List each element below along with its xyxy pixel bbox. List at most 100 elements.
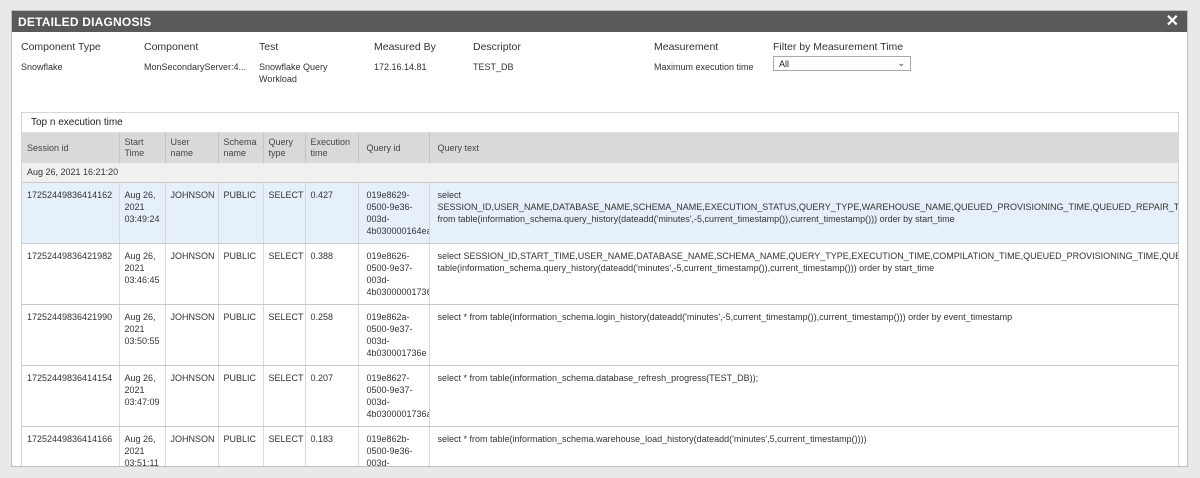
start-time-line: Aug 26, [124,190,156,200]
schema-name-cell: PUBLIC [218,243,264,305]
start-time-line: 2021 [124,324,145,334]
user-name-cell: JOHNSON [165,365,219,427]
start-time-line: 2021 [124,385,145,395]
table-body: Aug 26, 2021 16:21:20 17252449836414162 Au… [22,163,1179,467]
query-text-line: select * from table(information_schema.d… [437,373,759,383]
session-id-cell: 17252449836414166 [22,426,120,466]
query-type-cell: SELECT [263,182,306,244]
schema-name-cell: PUBLIC [218,426,264,466]
query-id-line: 019e862a- [366,312,410,322]
info-header: Filter by Measurement Time [773,41,904,53]
info-filter: Filter by Measurement Time All ⌄ [773,41,911,71]
start-time-cell: Aug 26, 2021 03:47:09 [119,365,166,427]
info-test: Test Snowflake Query Workload [259,41,349,85]
column-header[interactable]: Schema name [218,133,264,163]
execution-time-cell: 0.388 [305,243,359,305]
filter-selected-value: All [779,58,790,69]
query-id-line: 019e8627- [366,373,410,383]
query-id-line: 0500-9e37- [366,324,413,334]
execution-time-cell: 0.427 [305,182,359,244]
query-text-line: SESSION_ID,USER_NAME,DATABASE_NAME,SCHEM… [437,202,1179,212]
start-time-line: 03:50:55 [124,336,160,346]
session-id-cell: 17252449836414154 [22,365,120,427]
user-name-cell: JOHNSON [165,304,219,366]
schema-name-cell: PUBLIC [218,304,264,366]
query-id-line: 003d- [366,458,390,467]
start-time-line: Aug 26, [124,312,156,322]
schema-name-cell: PUBLIC [218,182,264,244]
column-header[interactable]: Query type [263,133,306,163]
info-value: Snowflake Query Workload [259,62,328,84]
table-row[interactable]: 17252449836414154 Aug 26, 2021 03:47:09 JOHN… [22,365,1178,427]
info-component-type: Component Type Snowflake [21,41,101,73]
group-row: Aug 26, 2021 16:21:20 [22,163,1178,183]
info-value: TEST_DB [473,62,514,72]
query-text-cell: select SESSION_ID,START_TIME,USER_NAME,D… [429,243,1179,305]
info-header: Component Type [21,41,101,53]
start-time-cell: Aug 26, 2021 03:50:55 [119,304,166,366]
query-text-line: from table(information_schema.query_hist… [437,214,955,224]
measurement-time-filter-select[interactable]: All ⌄ [773,56,911,71]
start-time-line: 2021 [124,446,145,456]
user-name-cell: JOHNSON [165,426,219,466]
start-time-line: 2021 [124,263,145,273]
query-text-cell: select * from table(information_schema.d… [429,365,1178,427]
info-value: Maximum execution time [654,62,754,72]
query-type-cell: SELECT [263,243,306,305]
execution-table: Session id Start Time User name Schema name… [22,133,1179,467]
query-text-cell: select SESSION_ID,USER_NAME,DATABASE_NAME… [429,182,1179,244]
info-value: 172.16.14.81 [374,62,427,72]
query-id-line: 003d- [366,275,390,285]
start-time-line: Aug 26, [124,373,156,383]
query-id-line: 0500-9e36- [366,446,413,456]
query-text-line: select SESSION_ID,START_TIME,USER_NAME,D… [437,251,1179,261]
column-header[interactable]: User name [165,133,219,163]
query-id-line: 003d- [366,214,390,224]
close-icon[interactable]: ✕ [1166,13,1179,30]
query-id-cell: 019e862a- 0500-9e37- 003d- 4b030001736e [358,304,430,366]
column-header[interactable]: Query text [429,133,1178,163]
query-id-line: 0500-9e36- [366,202,413,212]
execution-time-cell: 0.258 [305,304,359,366]
query-id-line: 4b030000164ea [366,226,429,236]
query-id-line: 4b0300001736a [366,409,429,419]
detailed-diagnosis-dialog: DETAILED DIAGNOSIS ✕ Component Type Snow… [11,10,1188,467]
table-row[interactable]: 17252449836414166 Aug 26, 2021 03:51:11 JOHN… [22,426,1178,467]
dialog-titlebar: DETAILED DIAGNOSIS ✕ [12,11,1187,32]
dialog-title: DETAILED DIAGNOSIS [18,14,152,29]
chevron-down-icon: ⌄ [897,58,905,68]
query-text-line: select * from table(information_schema.l… [437,312,1013,322]
query-text-line: table(information_schema.query_history(d… [437,263,935,273]
query-id-cell: 019e8627- 0500-9e37- 003d- 4b0300001736a [358,365,430,427]
start-time-cell: Aug 26, 2021 03:46:45 [119,243,166,305]
query-text-cell: select * from table(information_schema.w… [429,426,1178,466]
query-text-cell: select * from table(information_schema.l… [429,304,1178,366]
user-name-cell: JOHNSON [165,243,219,305]
session-id-cell: 17252449836414162 [22,182,120,244]
info-header: Measured By [374,41,436,53]
column-header[interactable]: Execution time [305,133,359,163]
info-component: Component MonSecondaryServer:4... [144,41,254,73]
start-time-line: Aug 26, [124,251,156,261]
query-id-cell: 019e862b-0500-9e36-003d-4b030000164f6 [358,426,430,467]
info-value: MonSecondaryServer:4... [144,62,247,72]
table-row[interactable]: 17252449836421982 Aug 26, 2021 03:46:45 JOHN… [22,243,1179,305]
start-time-cell: Aug 26, 2021 03:49:24 [119,182,166,244]
query-id-line: 4b030001736e [366,348,427,358]
column-header[interactable]: Query id [358,133,430,163]
start-time-line: 2021 [124,202,145,212]
query-id-line: 019e8626- [366,251,410,261]
table-row[interactable]: 17252449836421990 Aug 26, 2021 03:50:55 JOHN… [22,304,1178,366]
table-row[interactable]: 17252449836414162 Aug 26, 2021 03:49:24 JOHN… [22,182,1179,244]
execution-time-cell: 0.183 [305,426,359,466]
column-header[interactable]: Start Time [119,133,166,163]
start-time-cell: Aug 26, 2021 03:51:11 [119,426,166,466]
start-time-line: Aug 26, [124,434,156,444]
table-header-row: Session id Start Time User name Schema name… [22,133,1178,163]
query-id-cell: 019e8626- 0500-9e37- 003d- 4b030000017366 [358,243,430,305]
session-id-cell: 17252449836421990 [22,304,120,366]
group-label: Aug 26, 2021 16:21:20 [22,163,1178,183]
query-id-line: 0500-9e37- [366,385,413,395]
query-id-line: 0500-9e37- [366,263,413,273]
column-header[interactable]: Session id [22,133,120,163]
